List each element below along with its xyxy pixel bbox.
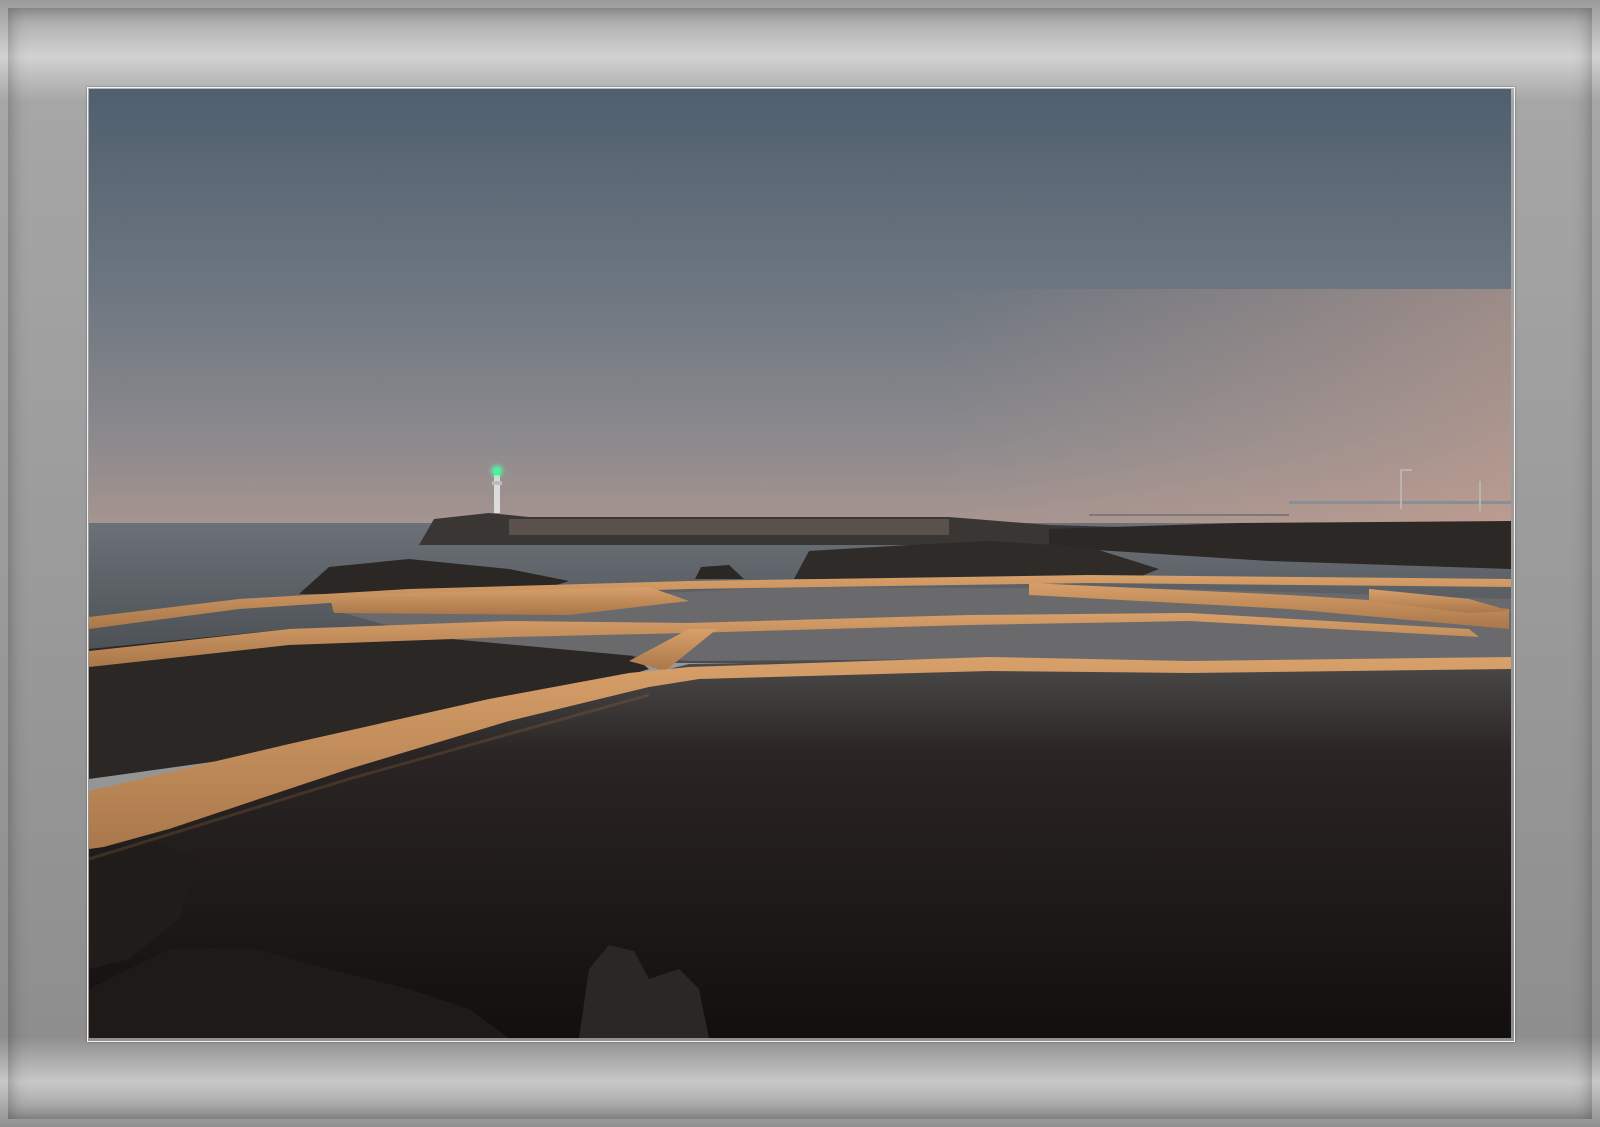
sky-warm-glow bbox=[89, 289, 1511, 529]
seascape-photo bbox=[89, 89, 1511, 1038]
